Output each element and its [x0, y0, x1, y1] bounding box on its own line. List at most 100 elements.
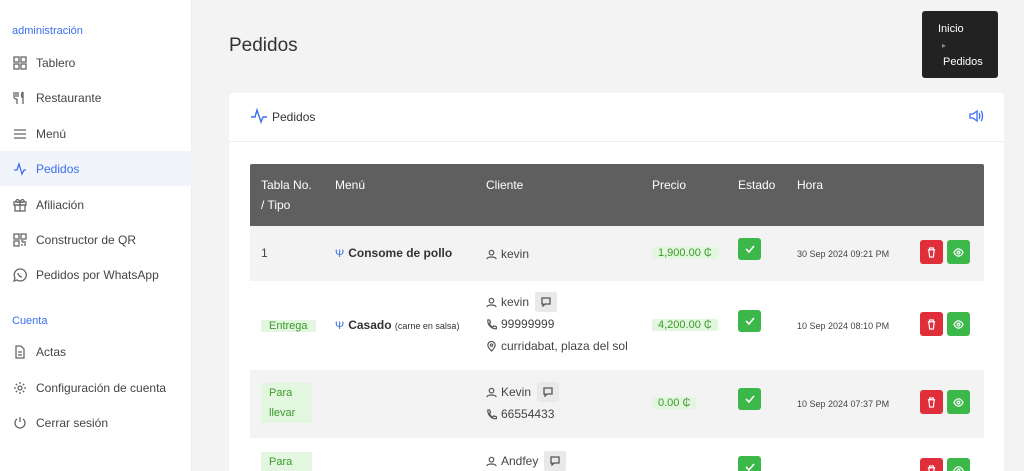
- gear-icon: [12, 380, 28, 396]
- price-badge: 1,900.00 ₵: [652, 247, 718, 259]
- check-icon: [744, 317, 755, 326]
- check-icon: [744, 245, 755, 254]
- sidebar-item-constructor-qr[interactable]: Constructor de QR: [0, 222, 192, 257]
- activity-icon: [250, 107, 268, 125]
- user-icon: [486, 387, 497, 397]
- chat-button[interactable]: [537, 382, 560, 402]
- eye-icon: [953, 397, 964, 407]
- client-name: Kevin: [501, 385, 532, 399]
- sidebar-item-label: Menú: [36, 126, 67, 141]
- dashboard-icon: [12, 55, 28, 71]
- cell-cliente: Andfey: [486, 450, 567, 471]
- view-button[interactable]: [947, 312, 970, 336]
- sidebar-item-cerrar-sesion[interactable]: Cerrar sesión: [0, 405, 192, 440]
- breadcrumb-current: Pedidos: [943, 56, 983, 68]
- th-cliente: Cliente: [486, 178, 524, 192]
- view-button[interactable]: [947, 458, 970, 471]
- table-row: Entrega Ψ Casado (carne en salsa) kevin 9…: [250, 281, 984, 370]
- user-icon: [486, 456, 497, 466]
- user-icon: [486, 249, 497, 259]
- delete-button[interactable]: [920, 312, 943, 336]
- client-name: kevin: [501, 247, 530, 261]
- eye-icon: [953, 465, 964, 471]
- delete-button[interactable]: [920, 240, 943, 264]
- type-badge-line2: llevar: [269, 407, 296, 419]
- user-icon: [486, 297, 497, 307]
- sidebar-item-label: Restaurante: [36, 90, 102, 105]
- view-button[interactable]: [947, 390, 970, 414]
- sidebar-item-pedidos[interactable]: Pedidos: [0, 151, 192, 186]
- phone-icon: [487, 408, 497, 419]
- message-icon: [541, 297, 551, 307]
- orders-card: Pedidos Tabla No. / Tipo Menú Cliente Pr…: [229, 93, 1004, 471]
- sidebar-item-afiliacion[interactable]: Afiliación: [0, 187, 192, 222]
- delete-button[interactable]: [920, 390, 943, 414]
- price-badge: 0.00 ₵: [652, 397, 697, 409]
- client-name: kevin: [501, 295, 530, 309]
- document-icon: [12, 344, 28, 360]
- activity-icon: [12, 161, 28, 177]
- view-button[interactable]: [947, 240, 970, 264]
- status-check-button[interactable]: [738, 310, 761, 332]
- client-phone: 66554433: [501, 407, 555, 421]
- message-icon: [550, 456, 561, 466]
- status-check-button[interactable]: [738, 456, 761, 471]
- cell-tabla: 1: [261, 246, 268, 260]
- cell-tipo: Para: [261, 452, 312, 471]
- sidebar-section-cuenta: Cuenta: [12, 315, 48, 327]
- check-icon: [744, 395, 755, 404]
- sidebar-item-whatsapp[interactable]: Pedidos por WhatsApp: [0, 257, 192, 292]
- type-badge: Entrega: [261, 320, 316, 332]
- cell-tipo: Para llevar: [261, 383, 312, 423]
- cell-menu: Ψ Consome de pollo: [335, 246, 452, 260]
- card-header: Pedidos: [229, 93, 1004, 142]
- eye-icon: [953, 319, 964, 329]
- cell-precio: 4,200.00 ₵: [652, 315, 718, 335]
- check-icon: [744, 463, 755, 471]
- sidebar-item-configuracion[interactable]: Configuración de cuenta: [0, 370, 192, 405]
- sidebar-section-admin: administración: [12, 25, 83, 37]
- cell-cliente: kevin: [486, 243, 529, 265]
- table-row: Para llevar Kevin 66554433 0.00 ₵ 10 Sep…: [250, 370, 984, 438]
- menu-name: Consome de pollo: [348, 246, 453, 260]
- card-title: Pedidos: [272, 110, 316, 124]
- client-phone: 99999999: [501, 317, 555, 331]
- sidebar-item-actas[interactable]: Actas: [0, 334, 192, 369]
- sidebar-item-label: Tablero: [36, 55, 76, 70]
- sidebar-item-menu[interactable]: Menú: [0, 116, 192, 151]
- cell-precio: 0.00 ₵: [652, 393, 697, 413]
- sidebar-item-label: Constructor de QR: [36, 232, 137, 247]
- cell-hora: 30 Sep 2024 09:21 PM: [797, 249, 890, 259]
- sidebar-item-tablero[interactable]: Tablero: [0, 45, 192, 80]
- table-row: 1 Ψ Consome de pollo kevin 1,900.00 ₵ 30 …: [250, 226, 984, 281]
- speaker-icon[interactable]: [968, 108, 984, 124]
- status-check-button[interactable]: [738, 388, 761, 410]
- client-address: curridabat, plaza del sol: [501, 339, 628, 353]
- status-check-button[interactable]: [738, 238, 761, 260]
- menu-lines-icon: [12, 126, 28, 142]
- cell-cliente: Kevin 66554433: [486, 381, 560, 425]
- qr-code-icon: [12, 232, 28, 248]
- sidebar-item-restaurante[interactable]: Restaurante: [0, 80, 192, 115]
- sidebar-item-label: Afiliación: [36, 197, 85, 212]
- sidebar-item-label: Actas: [36, 344, 67, 359]
- cell-hora: 10 Sep 2024 08:10 PM: [797, 321, 890, 331]
- breadcrumb-home[interactable]: Inicio: [938, 23, 964, 35]
- sidebar: administración Tablero Restaurante Menú …: [0, 0, 192, 471]
- trash-icon: [927, 396, 936, 408]
- location-icon: [487, 340, 496, 352]
- chat-button[interactable]: [544, 451, 567, 471]
- cell-hora: 10 Sep 2024 07:37 PM: [797, 399, 890, 409]
- menu-note: (carne en salsa): [394, 321, 460, 331]
- type-badge-line1: Para: [269, 387, 293, 399]
- price-badge: 4,200.00 ₵: [652, 319, 718, 331]
- table-header: Tabla No. / Tipo Menú Cliente Precio Est…: [250, 164, 984, 226]
- type-badge-line1: Para: [269, 456, 293, 468]
- delete-button[interactable]: [920, 458, 943, 471]
- chat-button[interactable]: [535, 292, 558, 312]
- page-title: Pedidos: [229, 35, 298, 56]
- gift-icon: [12, 197, 28, 213]
- cell-menu: Ψ Casado (carne en salsa): [335, 318, 459, 332]
- utensils-icon: Ψ: [335, 320, 345, 332]
- sidebar-item-label: Pedidos: [36, 161, 80, 176]
